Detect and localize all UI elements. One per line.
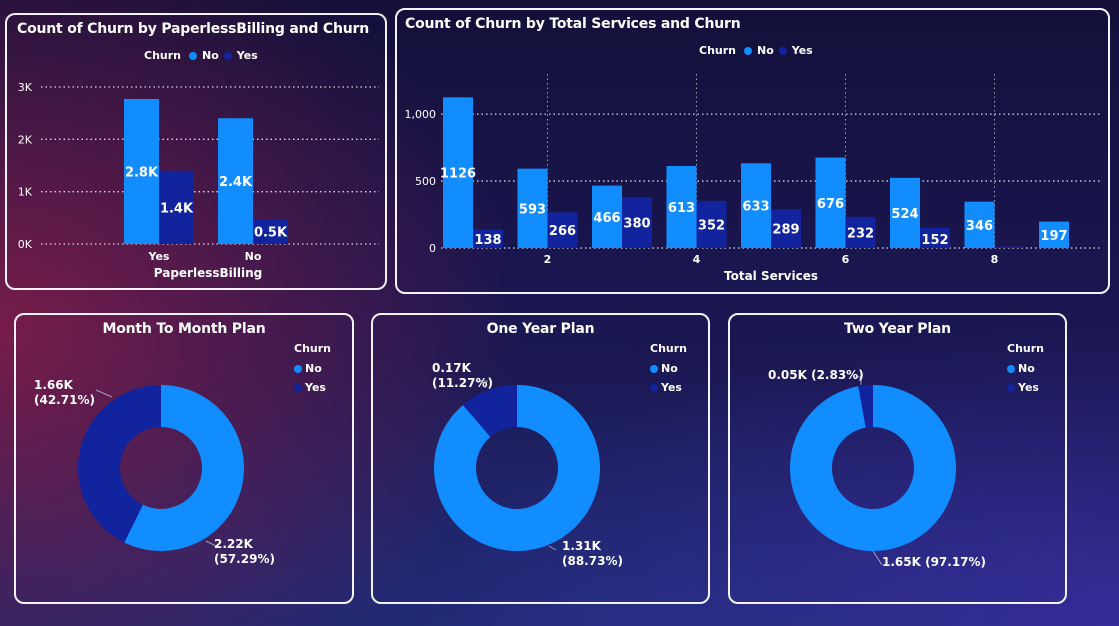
data-label: 676 [817, 197, 844, 212]
donut-label-no: 1.31K (88.73%) [562, 539, 623, 568]
leader-line [872, 550, 883, 566]
data-label: 466 [593, 211, 620, 226]
y-tick-label: 0 [429, 242, 436, 255]
data-label: 197 [1040, 229, 1067, 244]
data-label: 524 [891, 207, 918, 222]
x-axis-title: Total Services [724, 269, 818, 283]
month-to-month-panel[interactable]: Month To Month Plan Churn No Yes 1.66K (… [14, 313, 354, 604]
data-label: 1126 [440, 167, 476, 182]
one-year-panel[interactable]: One Year Plan Churn No Yes 0.17K (11.27%… [371, 313, 710, 604]
y-tick-label: 2K [18, 133, 33, 146]
data-label: 633 [742, 200, 769, 215]
data-label: 266 [549, 224, 576, 239]
donut-label-no: 2.22K (57.29%) [214, 537, 275, 566]
data-label: 613 [668, 201, 695, 216]
paperless-billing-chart: 0K 1K 2K 3K 2.8K 1.4K Yes 2.4K 0.5K No PaperlessBi… [18, 81, 379, 280]
leader-line [548, 545, 557, 551]
donut-label-yes: 0.17K (11.27%) [432, 361, 493, 390]
data-label: 1.4K [160, 201, 194, 216]
data-label: 380 [623, 217, 650, 232]
paperless-billing-panel[interactable]: Count of Churn by PaperlessBilling and C… [5, 13, 387, 290]
total-services-chart: 0 500 1,000 2 4 6 8 1126 138 593266 466 380 613352 63… [405, 74, 1101, 283]
x-tick-label: 2 [544, 253, 552, 266]
two-year-panel[interactable]: Two Year Plan Churn No Yes 0.05K (2.83%)… [728, 313, 1067, 604]
data-label: 2.4K [219, 175, 253, 190]
y-tick-label: 3K [18, 81, 33, 94]
bar-yes [994, 246, 1025, 248]
data-label: 0.5K [254, 226, 288, 241]
x-tick-label: Yes [148, 250, 170, 263]
data-label: 232 [847, 226, 874, 241]
data-label: 593 [519, 202, 546, 217]
donut-label-yes: 1.66K (42.71%) [34, 378, 95, 407]
y-tick-label: 1K [18, 186, 33, 199]
x-tick-label: No [245, 250, 262, 263]
data-label: 352 [698, 218, 725, 233]
donut-label-no: 1.65K (97.17%) [882, 555, 987, 569]
y-tick-label: 1,000 [405, 108, 437, 121]
one-year-donut [434, 380, 600, 551]
data-label: 138 [474, 233, 501, 248]
donut-label-yes: 0.05K (2.83%) [768, 368, 864, 382]
x-tick-label: 6 [842, 253, 850, 266]
y-tick-label: 500 [415, 175, 436, 188]
x-axis-title: PaperlessBilling [154, 266, 263, 280]
x-tick-label: 4 [693, 253, 701, 266]
data-label: 152 [921, 233, 948, 248]
x-tick-label: 8 [991, 253, 999, 266]
data-label: 346 [966, 219, 993, 234]
data-label: 289 [772, 223, 799, 238]
data-label: 2.8K [125, 165, 159, 180]
y-tick-label: 0K [18, 238, 33, 251]
total-services-panel[interactable]: Count of Churn by Total Services and Chu… [395, 8, 1110, 294]
month-to-month-donut [78, 385, 245, 551]
